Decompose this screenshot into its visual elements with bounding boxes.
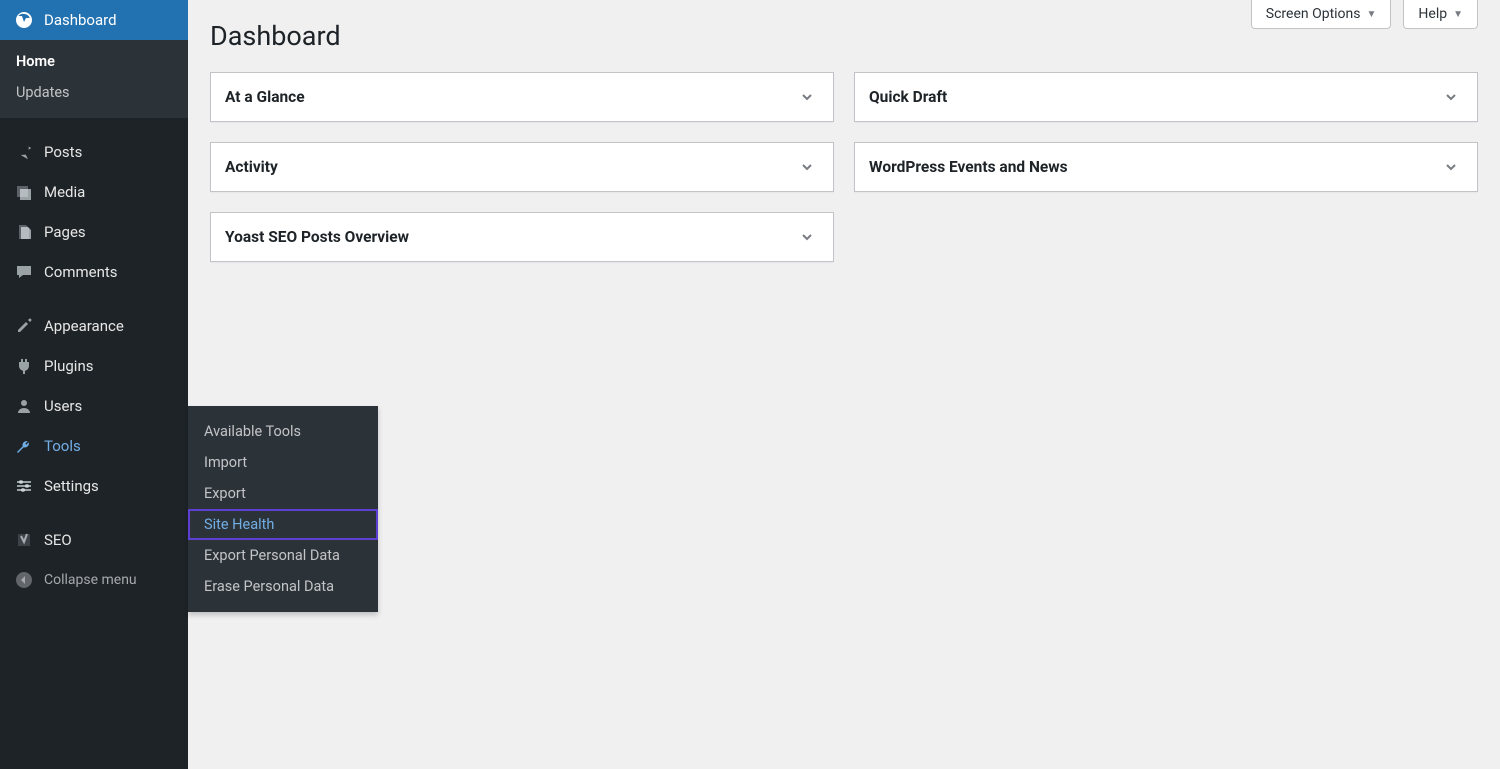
chevron-down-icon[interactable]: [1439, 155, 1463, 179]
widget-quick-draft: Quick Draft: [854, 72, 1478, 122]
sidebar-item-dashboard[interactable]: Dashboard: [0, 0, 188, 40]
sidebar-item-seo[interactable]: SEO: [0, 520, 188, 560]
appearance-icon: [12, 316, 36, 336]
sidebar-item-label: SEO: [44, 531, 72, 549]
tools-submenu-export[interactable]: Export: [188, 478, 378, 509]
sidebar-item-tools[interactable]: Tools Available Tools Import Export Site…: [0, 426, 188, 466]
sidebar-item-label: Dashboard: [44, 11, 117, 29]
screen-meta-tabs: Screen Options ▼ Help ▼: [1251, 0, 1478, 29]
settings-icon: [12, 476, 36, 496]
widget-at-a-glance: At a Glance: [210, 72, 834, 122]
collapse-menu-button[interactable]: Collapse menu: [0, 560, 188, 600]
sidebar-item-label: Users: [44, 397, 82, 415]
widget-header[interactable]: Activity: [211, 143, 833, 191]
dashboard-submenu-updates[interactable]: Updates: [0, 77, 188, 108]
tools-submenu-available-tools[interactable]: Available Tools: [188, 416, 378, 447]
chevron-down-icon: ▼: [1453, 9, 1463, 20]
content-area: Screen Options ▼ Help ▼ Dashboard At a G…: [188, 0, 1500, 769]
screen-options-button[interactable]: Screen Options ▼: [1251, 0, 1392, 29]
sidebar-item-media[interactable]: Media: [0, 172, 188, 212]
chevron-down-icon[interactable]: [795, 85, 819, 109]
sidebar-item-label: Appearance: [44, 317, 124, 335]
sidebar-item-label: Tools: [44, 437, 81, 455]
collapse-label: Collapse menu: [44, 572, 137, 588]
collapse-icon: [12, 570, 36, 590]
dashboard-widgets-col-right: Quick Draft WordPress Events and News: [854, 72, 1478, 192]
widget-yoast-posts-overview: Yoast SEO Posts Overview: [210, 212, 834, 262]
yoast-icon: [12, 530, 36, 550]
menu-separator: [0, 506, 188, 520]
widget-title: Quick Draft: [869, 88, 947, 106]
tools-submenu-export-personal-data[interactable]: Export Personal Data: [188, 540, 378, 571]
dashboard-submenu-home[interactable]: Home: [0, 46, 188, 77]
sidebar-item-label: Comments: [44, 263, 118, 281]
chevron-down-icon: ▼: [1367, 9, 1377, 20]
dashboard-widgets: At a Glance Activity Yoast SEO Posts Ove…: [210, 72, 1478, 262]
comments-icon: [12, 262, 36, 282]
dashboard-widgets-col-left: At a Glance Activity Yoast SEO Posts Ove…: [210, 72, 834, 262]
sidebar-item-comments[interactable]: Comments: [0, 252, 188, 292]
dashboard-submenu: Home Updates: [0, 40, 188, 118]
sidebar-item-plugins[interactable]: Plugins: [0, 346, 188, 386]
screen-options-label: Screen Options: [1266, 6, 1361, 22]
widget-events-news: WordPress Events and News: [854, 142, 1478, 192]
sidebar-item-label: Posts: [44, 143, 82, 161]
tools-submenu-import[interactable]: Import: [188, 447, 378, 478]
admin-sidebar: Dashboard Home Updates Posts Media Pages…: [0, 0, 188, 769]
plugins-icon: [12, 356, 36, 376]
media-icon: [12, 182, 36, 202]
sidebar-item-settings[interactable]: Settings: [0, 466, 188, 506]
widget-header[interactable]: Yoast SEO Posts Overview: [211, 213, 833, 261]
widget-header[interactable]: At a Glance: [211, 73, 833, 121]
sidebar-item-label: Plugins: [44, 357, 93, 375]
pin-icon: [12, 142, 36, 162]
widget-header[interactable]: WordPress Events and News: [855, 143, 1477, 191]
sidebar-item-appearance[interactable]: Appearance: [0, 306, 188, 346]
pages-icon: [12, 222, 36, 242]
sidebar-item-posts[interactable]: Posts: [0, 132, 188, 172]
tools-submenu-site-health[interactable]: Site Health: [188, 509, 378, 540]
widget-header[interactable]: Quick Draft: [855, 73, 1477, 121]
tools-submenu-flyout: Available Tools Import Export Site Healt…: [188, 406, 378, 612]
widget-title: Activity: [225, 158, 278, 176]
chevron-down-icon[interactable]: [795, 155, 819, 179]
widget-activity: Activity: [210, 142, 834, 192]
menu-separator: [0, 292, 188, 306]
chevron-down-icon[interactable]: [1439, 85, 1463, 109]
sidebar-item-label: Media: [44, 183, 85, 201]
menu-separator: [0, 118, 188, 132]
widget-title: At a Glance: [225, 88, 305, 106]
sidebar-item-label: Settings: [44, 477, 99, 495]
widget-title: Yoast SEO Posts Overview: [225, 228, 409, 246]
sidebar-item-users[interactable]: Users: [0, 386, 188, 426]
help-button[interactable]: Help ▼: [1403, 0, 1478, 29]
users-icon: [12, 396, 36, 416]
help-label: Help: [1418, 6, 1447, 22]
tools-icon: [12, 436, 36, 456]
chevron-down-icon[interactable]: [795, 225, 819, 249]
sidebar-item-label: Pages: [44, 223, 86, 241]
widget-title: WordPress Events and News: [869, 158, 1068, 176]
dashboard-icon: [12, 10, 36, 30]
sidebar-item-pages[interactable]: Pages: [0, 212, 188, 252]
tools-submenu-erase-personal-data[interactable]: Erase Personal Data: [188, 571, 378, 602]
